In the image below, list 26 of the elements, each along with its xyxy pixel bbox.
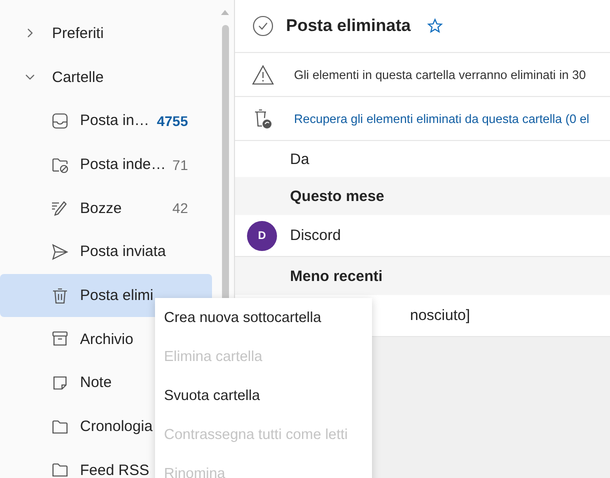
unread-count: 42	[172, 200, 188, 216]
recover-link[interactable]: Recupera gli elementi eliminati da questa cartella (0 el	[294, 112, 590, 126]
inbox-icon	[50, 110, 70, 131]
folder-item[interactable]: Posta in… 4755	[0, 99, 212, 143]
trash-icon	[50, 286, 70, 306]
star-icon[interactable]	[426, 18, 443, 34]
menu-item[interactable]: Svuota cartella	[155, 376, 372, 415]
group-header: Questo mese	[290, 188, 384, 204]
folder-section[interactable]: Preferiti	[0, 11, 216, 55]
sender-name: nosciuto]	[410, 307, 470, 324]
group-header: Meno recenti	[290, 268, 383, 284]
avatar: D	[247, 220, 277, 250]
unread-count: 71	[172, 156, 188, 173]
folder-item[interactable]: Posta inviata	[0, 230, 212, 274]
folder-item[interactable]: Posta inde… 71	[0, 142, 212, 186]
column-header[interactable]: Da	[290, 150, 310, 168]
send-icon	[50, 242, 70, 262]
warning-icon	[252, 64, 274, 84]
unread-count: 4755	[156, 112, 188, 129]
folder-section[interactable]: Cartelle	[0, 55, 216, 99]
folder-title: Posta eliminata	[286, 16, 411, 36]
trash-restore-icon	[252, 108, 274, 128]
sender-name: Discord	[290, 227, 341, 244]
folder-item[interactable]: Bozze 42	[0, 186, 212, 230]
warning-message: Gli elementi in questa cartella verranno eliminati in 30	[294, 68, 586, 82]
check-circle-icon[interactable]	[252, 15, 274, 37]
